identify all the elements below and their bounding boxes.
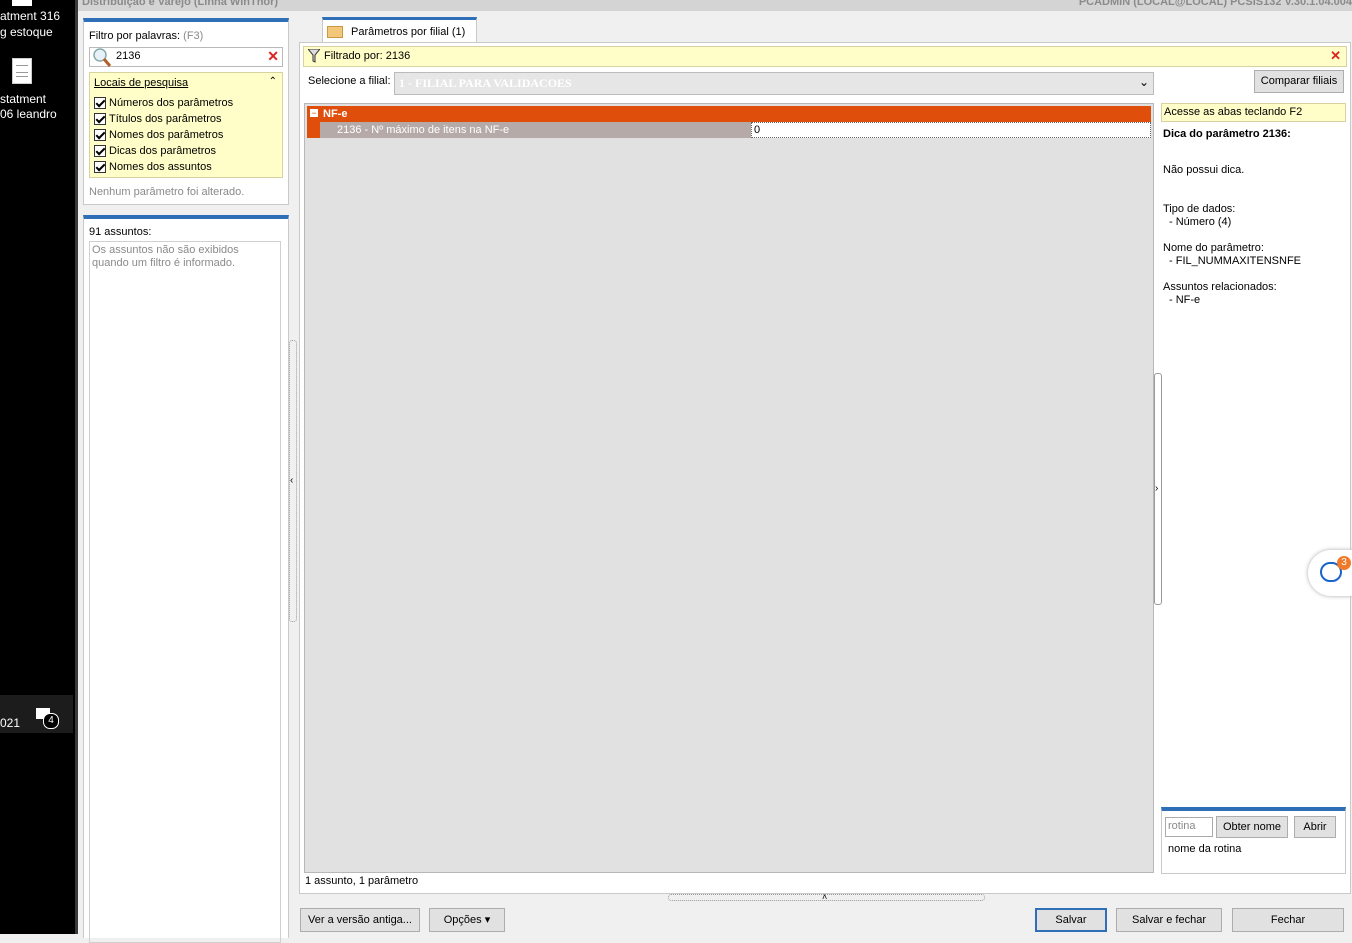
filter-bar: Filtrado por: 2136 ✕ (303, 46, 1347, 67)
subjects-panel: 91 assuntos: Os assuntos não são exibido… (83, 215, 289, 943)
window-border (75, 0, 78, 934)
routine-input[interactable]: rotina (1165, 817, 1213, 837)
param-name-value: - FIL_NUMMAXITENSNFE (1169, 255, 1302, 267)
taskbar-date: 021 (0, 716, 21, 730)
window-title: Distribuição e Varejo (Linha WinThor) (82, 0, 279, 8)
window-titlebar[interactable]: Distribuição e Varejo (Linha WinThor) PC… (78, 0, 1352, 11)
param-name-label: Nome do parâmetro: (1163, 242, 1264, 254)
subjects-count: 91 assuntos: (89, 226, 152, 238)
hint-text: Não possui dica. (1163, 164, 1245, 176)
filter-bar-text: Filtrado por: 2136 (324, 50, 411, 62)
filter-label: Filtro por palavras: (F3) (89, 30, 204, 42)
group-row-nfe[interactable]: − NF-e (307, 106, 1151, 122)
save-and-close-button[interactable]: Salvar e fechar (1116, 908, 1222, 932)
chat-widget[interactable]: 3 (1308, 550, 1352, 596)
checkbox-icon[interactable] (94, 129, 106, 142)
param-value: 0 (754, 124, 761, 136)
folder-icon (327, 26, 343, 38)
hint-panel: Acesse as abas teclando F2 Dica do parâm… (1161, 103, 1346, 803)
save-button[interactable]: Salvar (1035, 908, 1107, 932)
row-indicator (307, 122, 320, 138)
data-type-value: - Número (4) (1169, 216, 1232, 228)
data-type-label: Tipo de dados: (1163, 203, 1236, 215)
options-button[interactable]: Opções ▾ (429, 908, 505, 932)
option-param-hints[interactable]: Dicas dos parâmetros (94, 143, 216, 159)
routine-panel: rotina Obter nome Abrir nome da rotina (1161, 807, 1346, 874)
row-value-cell[interactable]: 0 (751, 122, 1151, 138)
taskbar-clock[interactable]: 021 4 (0, 695, 73, 733)
desktop-icon-label[interactable]: 06 leandro (0, 107, 57, 121)
search-input[interactable]: 2136 ✕ (89, 47, 283, 67)
hint-title: Dica do parâmetro 2136: (1163, 128, 1291, 140)
parameter-grid[interactable]: − NF-e 2136 - Nº máximo de itens na NF-e… (304, 103, 1154, 873)
option-param-numbers[interactable]: Números dos parâmetros (94, 95, 233, 111)
document-icon[interactable] (12, 58, 32, 84)
main-content: Filtrado por: 2136 ✕ Selecione a filial:… (299, 42, 1351, 894)
group-toggle-icon[interactable]: − (310, 109, 318, 118)
search-value: 2136 (116, 50, 141, 62)
tab-params-by-branch[interactable]: Parâmetros por filial (1) (322, 17, 477, 45)
checkbox-icon[interactable] (94, 97, 106, 110)
clear-search-icon[interactable]: ✕ (267, 48, 279, 65)
related-label: Assuntos relacionados: (1163, 281, 1277, 293)
chevron-up-icon[interactable]: ˄ (822, 892, 827, 902)
branch-select[interactable]: 1 - FILIAL PARA VALIDACOES ⌄ (394, 72, 1154, 95)
checkbox-icon[interactable] (94, 161, 106, 174)
filter-shortcut: (F3) (183, 30, 204, 42)
close-button[interactable]: Fechar (1232, 908, 1344, 932)
notification-badge: 4 (43, 713, 59, 729)
filter-panel: Filtro por palavras: (F3) 2136 ✕ Locais … (83, 18, 289, 205)
chevron-right-icon[interactable]: › (1155, 483, 1158, 494)
tab-label: Parâmetros por filial (1) (351, 26, 466, 38)
get-name-button[interactable]: Obter nome (1216, 816, 1288, 838)
checkbox-icon[interactable] (94, 145, 106, 158)
desktop-icon-label[interactable]: statment (0, 92, 46, 106)
related-value: - NF-e (1169, 294, 1201, 306)
param-name: 2136 - Nº máximo de itens na NF-e (337, 124, 510, 136)
group-title: NF-e (323, 108, 348, 120)
change-status: Nenhum parâmetro foi alterado. (89, 186, 245, 198)
checkbox-icon[interactable] (94, 113, 106, 126)
branch-label: Selecione a filial: (308, 75, 391, 87)
desktop-icon-top[interactable] (12, 0, 32, 6)
chat-badge: 3 (1337, 556, 1351, 570)
desktop-background: atment 316 g estoque statment 06 leandro… (0, 0, 75, 934)
option-param-titles[interactable]: Títulos dos parâmetros (94, 111, 222, 127)
status-text: 1 assunto, 1 parâmetro (305, 875, 419, 887)
compare-branches-button[interactable]: Comparar filiais (1254, 70, 1344, 93)
option-param-names[interactable]: Nomes dos parâmetros (94, 127, 223, 143)
desktop-icon-label[interactable]: atment 316 (0, 9, 60, 23)
window-user-info: PCADMIN (LOCAL@LOCAL) PCSIS132 V.30.1.04… (1078, 0, 1352, 8)
collapse-icon[interactable]: ⌃ (269, 76, 277, 87)
chevron-down-icon[interactable]: ⌄ (1139, 75, 1149, 89)
subjects-list[interactable]: Os assuntos não são exibidos quando um f… (89, 241, 281, 943)
funnel-icon (308, 49, 320, 63)
row-name-cell[interactable]: 2136 - Nº máximo de itens na NF-e (320, 122, 751, 138)
magnifier-icon (93, 48, 112, 67)
subjects-message: Os assuntos não são exibidos quando um f… (92, 244, 239, 269)
table-row[interactable]: 2136 - Nº máximo de itens na NF-e 0 (307, 122, 1151, 138)
chevron-left-icon[interactable]: ‹ (290, 475, 293, 486)
desktop-icon-label[interactable]: g estoque (0, 25, 53, 39)
branch-selected: 1 - FILIAL PARA VALIDACOES (399, 76, 572, 90)
search-places-title: Locais de pesquisa (94, 77, 189, 89)
routine-name-label: nome da rotina (1168, 843, 1242, 855)
close-filter-icon[interactable]: ✕ (1330, 48, 1341, 64)
search-places-box: Locais de pesquisa ⌃ Números dos parâmet… (89, 72, 283, 178)
access-tip: Acesse as abas teclando F2 (1161, 103, 1346, 122)
open-button[interactable]: Abrir (1294, 816, 1336, 838)
old-version-button[interactable]: Ver a versão antiga... (300, 908, 420, 932)
option-subject-names[interactable]: Nomes dos assuntos (94, 159, 212, 175)
